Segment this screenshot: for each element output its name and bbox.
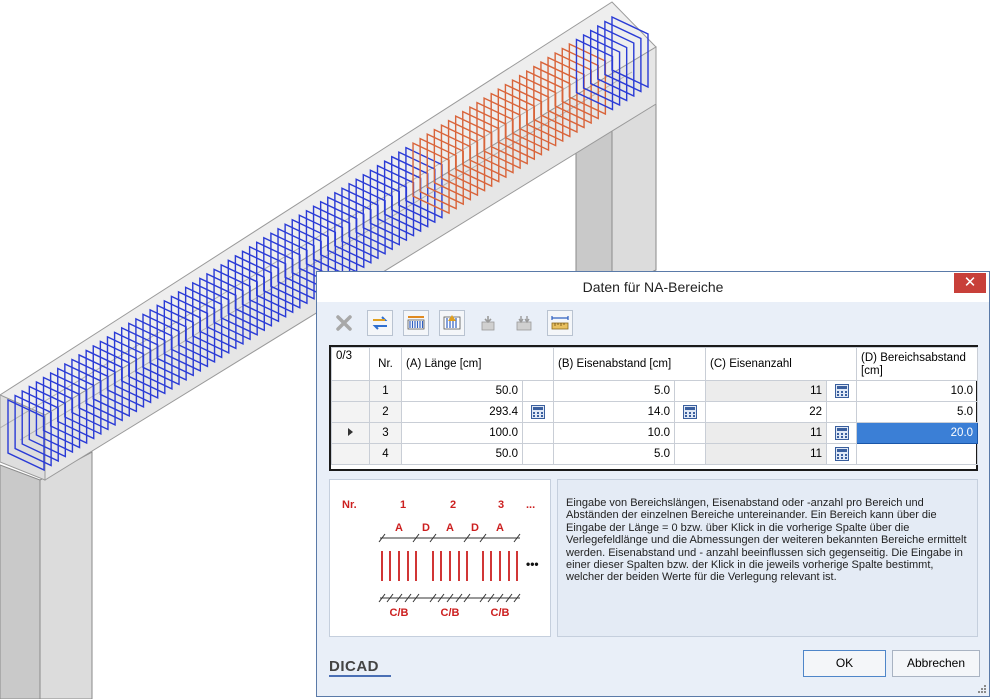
diagram-label-d: D (422, 522, 430, 534)
calc-eisenabstand-button[interactable] (674, 422, 707, 444)
cell-eisenabstand[interactable]: 10.0 (553, 422, 676, 444)
rebar-down-icon (481, 316, 495, 331)
calc-laenge-button[interactable] (521, 380, 555, 402)
cell-bereichsabstand[interactable]: 10.0 (856, 380, 979, 402)
rebar-range-button[interactable] (403, 310, 429, 336)
cell-laenge[interactable]: 100.0 (401, 422, 523, 444)
delete-icon (336, 315, 352, 331)
cell-nr: 2 (369, 401, 402, 423)
row-indicator[interactable] (331, 443, 370, 465)
logo-underline (329, 675, 391, 677)
dialog-titlebar: Daten für NA-Bereiche ✕ (317, 272, 989, 302)
table-row[interactable]: 4 50.0 5.0 11 (331, 443, 979, 465)
swap-button[interactable] (367, 310, 393, 336)
rebar-down-double-icon (516, 316, 532, 331)
calc-eisenanzahl-button[interactable] (826, 401, 858, 423)
rebar-down-double-button[interactable] (511, 310, 537, 336)
spacing-diagram: Nr. 1 2 3 ... A D A D A C/B C/B C/B ••• (342, 499, 539, 619)
table-body: 1 50.0 5.0 11 10.0 2 293.4 14.0 22 5.0 3 100.0 10.0 1… (331, 380, 979, 465)
cell-eisenanzahl[interactable]: 22 (705, 401, 828, 423)
resize-grip-icon[interactable] (978, 685, 986, 693)
table-row[interactable]: 3 100.0 10.0 11 20.0 (331, 422, 979, 444)
cell-eisenanzahl[interactable]: 11 (705, 422, 828, 444)
calculator-icon (531, 405, 545, 419)
calc-eisenanzahl-button[interactable] (826, 443, 858, 465)
cell-eisenabstand[interactable]: 14.0 (553, 401, 676, 423)
header-nr[interactable]: Nr. (369, 347, 402, 381)
rebar-insert-button[interactable] (439, 310, 465, 336)
cancel-button[interactable]: Abbrechen (892, 650, 980, 677)
diagram-number-2: 2 (450, 499, 456, 511)
calculator-icon (834, 384, 849, 398)
delete-button[interactable] (331, 310, 357, 336)
table-row[interactable]: 1 50.0 5.0 11 10.0 (331, 380, 979, 402)
dialog-title: Daten für NA-Bereiche (582, 279, 724, 295)
diagram-nr-label: Nr. (342, 499, 357, 511)
calc-laenge-button[interactable] (521, 443, 555, 465)
diagram-label-d: D (471, 522, 479, 534)
swap-icon (372, 316, 388, 330)
cell-laenge[interactable]: 50.0 (401, 380, 523, 402)
cell-bereichsabstand[interactable]: 20.0 (856, 422, 979, 444)
diagram-label-a: A (446, 522, 454, 534)
calculator-icon (834, 447, 849, 461)
cell-bereichsabstand[interactable] (856, 443, 979, 465)
calc-laenge-button[interactable] (521, 422, 555, 444)
cell-nr: 4 (369, 443, 402, 465)
na-bereiche-dialog: Daten für NA-Bereiche ✕ 0/3 Nr. (A) Läng… (316, 271, 990, 697)
close-button[interactable]: ✕ (954, 273, 986, 293)
cell-laenge[interactable]: 50.0 (401, 443, 523, 465)
diagram-label-cb: C/B (491, 607, 510, 619)
calculator-icon (834, 426, 849, 440)
calc-eisenabstand-button[interactable] (674, 401, 707, 423)
cell-eisenabstand[interactable]: 5.0 (553, 443, 676, 465)
rebar-down-button[interactable] (475, 310, 501, 336)
measure-icon (551, 316, 569, 330)
calculator-icon (683, 405, 698, 419)
cell-nr: 1 (369, 380, 402, 402)
description-text: Eingabe von Bereichslängen, Eisenabstand… (557, 479, 978, 637)
cell-laenge[interactable]: 293.4 (401, 401, 523, 423)
calc-eisenabstand-button[interactable] (674, 380, 707, 402)
row-indicator[interactable] (331, 401, 370, 423)
table-row[interactable]: 2 293.4 14.0 22 5.0 (331, 401, 979, 423)
calc-laenge-button[interactable] (521, 401, 555, 423)
header-eisenabstand[interactable]: (B) Eisenabstand [cm] (553, 347, 707, 381)
table-header-row: 0/3 Nr. (A) Länge [cm] (B) Eisenabstand … (331, 347, 979, 381)
diagram-label-cb: C/B (441, 607, 460, 619)
cell-eisenanzahl[interactable]: 11 (705, 443, 828, 465)
diagram-number-3: 3 (498, 499, 504, 511)
row-counter: 0/3 (331, 347, 370, 381)
current-row-arrow-icon (348, 428, 353, 436)
rebar-insert-icon (443, 315, 461, 330)
rebar-range-icon (407, 316, 425, 330)
diagram-number-1: 1 (400, 499, 406, 511)
measure-button[interactable] (547, 310, 573, 336)
calc-eisenanzahl-button[interactable] (826, 380, 858, 402)
row-indicator[interactable] (331, 422, 370, 444)
row-indicator[interactable] (331, 380, 370, 402)
calc-eisenanzahl-button[interactable] (826, 422, 858, 444)
cell-eisenanzahl[interactable]: 11 (705, 380, 828, 402)
diagram-label-cb: C/B (390, 607, 409, 619)
diagram-more: ••• (526, 557, 539, 571)
calc-eisenabstand-button[interactable] (674, 443, 707, 465)
cell-eisenabstand[interactable]: 5.0 (553, 380, 676, 402)
diagram-label-a: A (496, 522, 504, 534)
header-bereichsabstand[interactable]: (D) Bereichsabstand [cm] (856, 347, 979, 381)
header-laenge[interactable]: (A) Länge [cm] (400, 347, 555, 381)
na-bereiche-table: 0/3 Nr. (A) Länge [cm] (B) Eisenabstand … (329, 345, 979, 471)
cell-nr: 3 (369, 422, 402, 444)
diagram-label-a: A (395, 522, 403, 534)
header-eisenanzahl[interactable]: (C) Eisenanzahl (705, 347, 858, 381)
diagram-ellipsis: ... (526, 499, 535, 511)
dicad-logo: DICAD (329, 658, 379, 675)
na-bereiche-diagram: Nr. 1 2 3 ... A D A D A C/B C/B C/B ••• (329, 479, 551, 637)
cell-bereichsabstand[interactable]: 5.0 (856, 401, 979, 423)
ok-button[interactable]: OK (803, 650, 886, 677)
